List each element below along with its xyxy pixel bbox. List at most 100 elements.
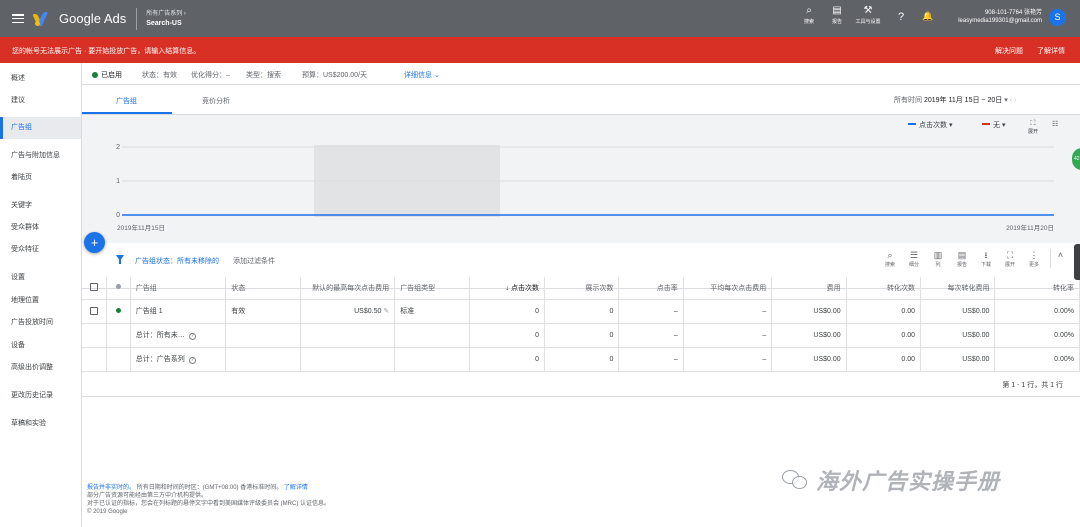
ad-group-link[interactable]: 广告组 1 bbox=[130, 299, 227, 324]
row-checkbox[interactable] bbox=[82, 299, 107, 324]
sidebar-item-ad-schedule[interactable]: 广告投放时间 bbox=[0, 312, 81, 334]
hamburger-menu-icon[interactable] bbox=[12, 14, 24, 23]
download-button[interactable]: ⭳ 下载 bbox=[974, 249, 998, 268]
col-header-max-cpc[interactable]: 默认的最高每次点击费用 bbox=[300, 277, 396, 300]
total-avg-cpc: – bbox=[683, 347, 773, 372]
empty-cell bbox=[225, 347, 301, 372]
top-tools-button[interactable]: ⚒ 工具与设置 bbox=[851, 4, 885, 25]
campaign-enabled-status[interactable]: 已启用 bbox=[92, 70, 122, 80]
col-header-ad-group[interactable]: 广告组 bbox=[130, 277, 227, 300]
total-cost-per-conv: US$0.00 bbox=[920, 323, 996, 348]
enabled-dot bbox=[92, 72, 98, 78]
scrollbar-handle[interactable] bbox=[1074, 244, 1080, 280]
fix-issue-button[interactable]: 解决问题 bbox=[995, 46, 1023, 56]
legend-swatch-2 bbox=[982, 123, 990, 125]
segment-button[interactable]: ☰ 细分 bbox=[902, 249, 926, 268]
table-search-button[interactable]: ⌕ 搜索 bbox=[878, 249, 902, 268]
footer-timezone: 所有日期和时间的时区：(GMT+08:00) 香港标准时间。 bbox=[136, 485, 283, 491]
row-cost: US$0.00 bbox=[771, 299, 847, 324]
avatar[interactable]: S bbox=[1049, 9, 1066, 26]
breadcrumb-current[interactable]: Search-US bbox=[146, 19, 186, 28]
sidebar-item-devices[interactable]: 设备 bbox=[0, 335, 81, 357]
details-toggle[interactable]: 详细信息 ⌄ bbox=[404, 70, 440, 80]
table-pagination: 第 1 - 1 行，共 1 行 bbox=[82, 371, 1080, 397]
footer-not-realtime-link[interactable]: 报告并非实时的。 bbox=[87, 485, 135, 491]
row-impressions: 0 bbox=[544, 299, 620, 324]
add-ad-group-button[interactable]: + bbox=[84, 232, 105, 253]
sidebar-item-recommendations[interactable]: 建议 bbox=[0, 90, 81, 112]
row-max-cpc[interactable]: US$0.50 ✎ bbox=[300, 299, 396, 324]
sidebar-item-change-history[interactable]: 更改历史记录 bbox=[0, 385, 81, 407]
sidebar-item-demographics[interactable]: 受众特征 bbox=[0, 239, 81, 261]
legend-metric-2[interactable]: 无 ▾ bbox=[982, 120, 1005, 130]
sidebar-item-overview[interactable]: 概述 bbox=[0, 68, 81, 90]
reports-icon: ▤ bbox=[957, 250, 967, 260]
col-header-avg-cpc[interactable]: 平均每次点击费用 bbox=[683, 277, 773, 300]
help-icon[interactable]: ? bbox=[898, 11, 904, 23]
date-range-picker[interactable]: 所有时间 2019年 11月 15日 ~ 20日 ▾ ‹ › bbox=[894, 95, 1016, 105]
tab-ad-groups[interactable]: 广告组 bbox=[116, 96, 137, 106]
legend-metric-1[interactable]: 点击次数 ▾ bbox=[908, 120, 952, 130]
learn-more-button[interactable]: 了解详情 bbox=[1037, 46, 1065, 56]
brand-name[interactable]: Google Ads bbox=[59, 11, 126, 26]
col-header-cost-per-conv[interactable]: 每次转化费用 bbox=[920, 277, 996, 300]
sidebar-item-keywords[interactable]: 关键字 bbox=[0, 195, 81, 217]
chart-expand-button[interactable]: ⛶ 展开 bbox=[1028, 120, 1038, 136]
expand-table-button[interactable]: ⛶ 展开 bbox=[998, 249, 1022, 268]
status-filter-chip[interactable]: 广告组状态：所有未移除的 bbox=[135, 256, 219, 266]
breadcrumb-parent[interactable]: 所有广告系列 › bbox=[146, 10, 186, 19]
left-navigation: 概述 建议 广告组 广告与附加信息 着陆页 关键字 受众群体 受众特征 设置 地… bbox=[0, 63, 82, 527]
x-tick-label: 2019年11月20日 bbox=[1006, 223, 1054, 232]
collapse-toolbar-button[interactable]: ˄ bbox=[1050, 249, 1070, 268]
row-status[interactable]: 有效 bbox=[225, 299, 301, 324]
help-icon[interactable]: ? bbox=[188, 333, 196, 340]
col-header-conv-rate[interactable]: 转化率 bbox=[994, 277, 1080, 300]
top-reports-button[interactable]: ▤ 报告 bbox=[823, 4, 851, 25]
sidebar-item-bid-adjustments[interactable]: 高级出价调整 bbox=[0, 357, 81, 379]
col-header-status[interactable]: 状态 bbox=[225, 277, 301, 300]
ad-groups-table: 广告组 状态 默认的最高每次点击费用 广告组类型 ↓ 点击次数 展示次数 点击率… bbox=[82, 277, 1080, 372]
sidebar-item-landing-pages[interactable]: 着陆页 bbox=[0, 167, 81, 189]
sidebar-item-drafts-experiments[interactable]: 草稿和实验 bbox=[0, 413, 81, 435]
sidebar-item-locations[interactable]: 地理位置 bbox=[0, 290, 81, 312]
col-header-cost[interactable]: 费用 bbox=[771, 277, 847, 300]
breadcrumb[interactable]: 所有广告系列 › Search-US bbox=[146, 10, 186, 28]
select-all-checkbox[interactable] bbox=[82, 277, 107, 300]
sidebar-item-ad-groups[interactable]: 广告组 bbox=[0, 117, 81, 139]
help-icon[interactable]: ? bbox=[188, 357, 196, 364]
y-tick-label: 0 bbox=[116, 212, 120, 219]
legend-label-1: 点击次数 bbox=[919, 122, 947, 129]
account-info[interactable]: 908-101-7764 张艳芳 leasymedia199301@gmail.… bbox=[944, 9, 1042, 25]
total-cost: US$0.00 bbox=[771, 323, 847, 348]
tab-auction-insights[interactable]: 竞价分析 bbox=[202, 96, 230, 106]
columns-button[interactable]: ▥ 列 bbox=[926, 249, 950, 268]
x-tick-label: 2019年11月15日 bbox=[117, 223, 165, 232]
download-icon: ⭳ bbox=[984, 250, 988, 260]
chart-expand-label: 展开 bbox=[1028, 129, 1039, 135]
col-header-impressions[interactable]: 展示次数 bbox=[544, 277, 620, 300]
sidebar-item-ads-extensions[interactable]: 广告与附加信息 bbox=[0, 145, 81, 167]
empty-cell bbox=[82, 323, 107, 348]
col-header-ad-group-type[interactable]: 广告组类型 bbox=[394, 277, 470, 300]
search-icon: ⌕ bbox=[887, 250, 893, 260]
col-header-clicks[interactable]: ↓ 点击次数 bbox=[469, 277, 546, 300]
edit-icon[interactable]: ✎ bbox=[383, 308, 389, 315]
more-button[interactable]: ⋮ 更多 bbox=[1022, 249, 1046, 268]
sidebar-item-settings[interactable]: 设置 bbox=[0, 267, 81, 289]
google-ads-logo-icon[interactable] bbox=[32, 11, 51, 26]
details-label: 详细信息 bbox=[404, 72, 432, 79]
col-header-ctr[interactable]: 点击率 bbox=[618, 277, 684, 300]
next-period-icon[interactable]: › bbox=[1014, 97, 1016, 104]
table-row: 广告组 1 有效 US$0.50 ✎ 标准 0 0 – – US$0.00 0.… bbox=[82, 299, 1080, 324]
wechat-icon bbox=[782, 470, 808, 490]
top-search-button[interactable]: ⌕ 搜索 bbox=[795, 4, 823, 25]
notifications-bell-icon[interactable]: 🔔 bbox=[922, 11, 933, 22]
chart-settings-icon[interactable]: ☷ bbox=[1052, 120, 1058, 128]
top-reports-label: 报告 bbox=[831, 19, 842, 25]
footer-learn-more-link[interactable]: 了解详情 bbox=[284, 485, 308, 491]
col-header-conversions[interactable]: 转化次数 bbox=[846, 277, 922, 300]
enabled-label: 已启用 bbox=[101, 72, 122, 79]
add-filter-button[interactable]: 添加过滤条件 bbox=[233, 256, 275, 266]
sidebar-item-audiences[interactable]: 受众群体 bbox=[0, 217, 81, 239]
table-reports-button[interactable]: ▤ 报告 bbox=[950, 249, 974, 268]
